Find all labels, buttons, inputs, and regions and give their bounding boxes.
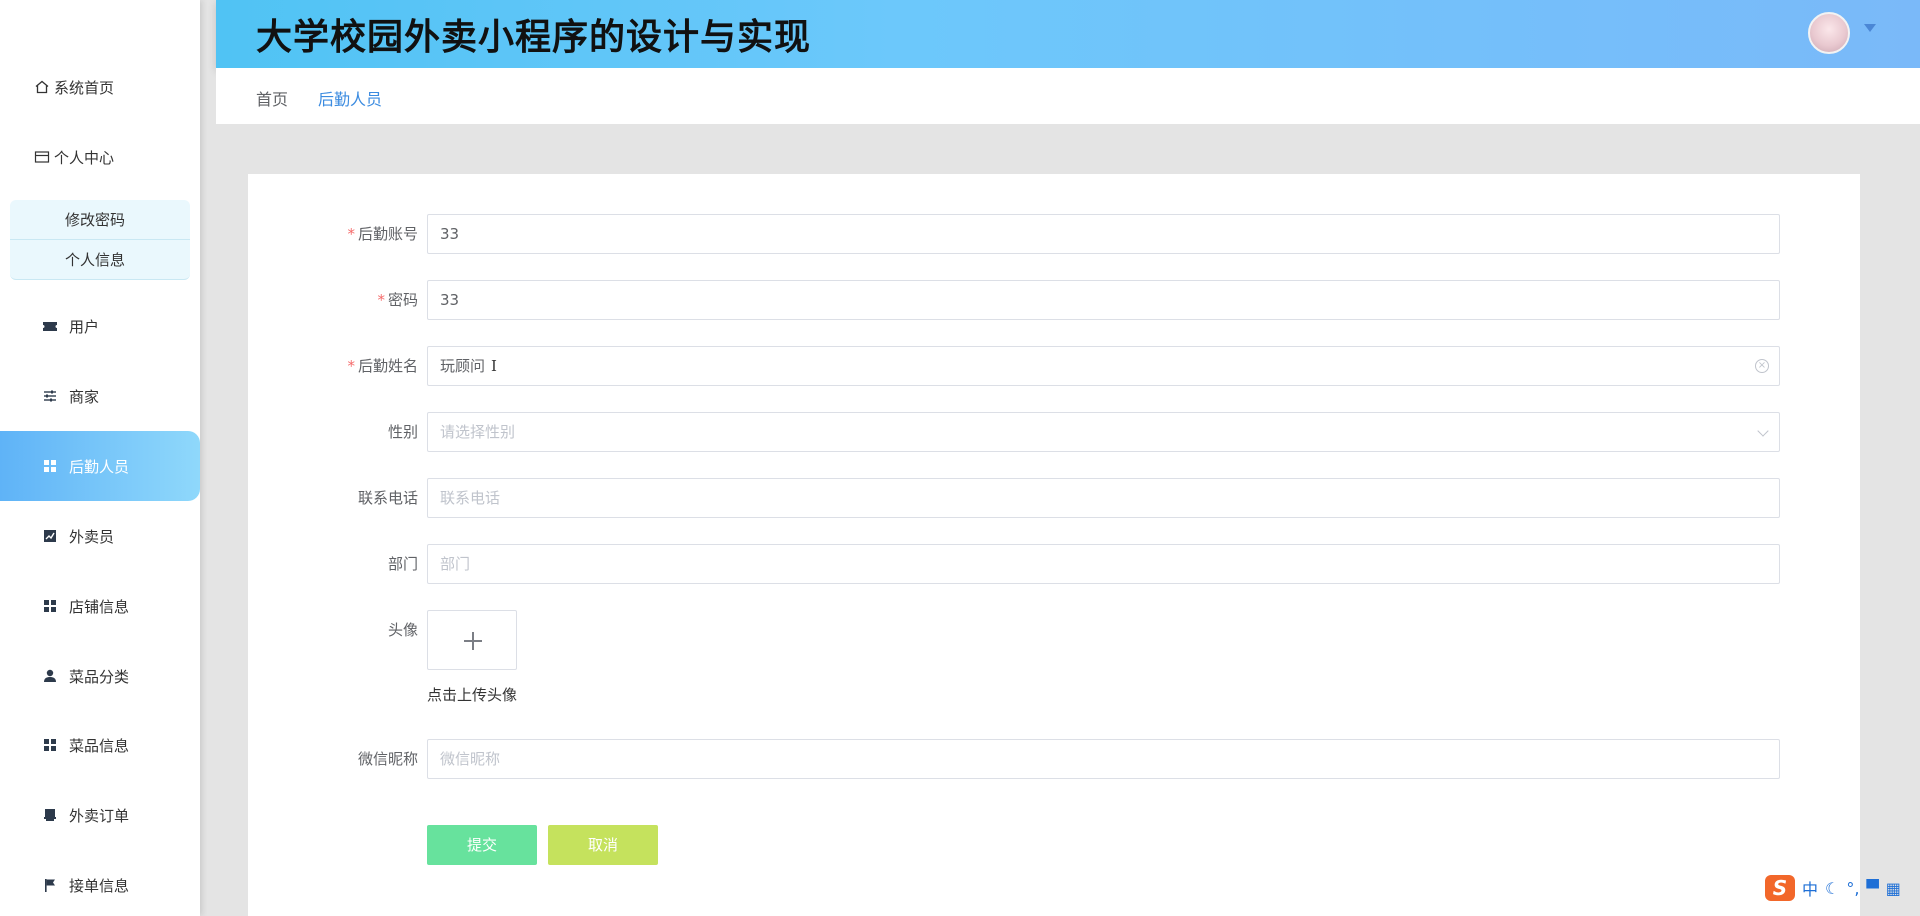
moon-icon[interactable]: ☾ (1825, 879, 1839, 898)
sliders-icon (41, 387, 59, 405)
chevron-down-icon (1757, 425, 1769, 437)
sidebar-item-couriers[interactable]: 外卖员 (0, 501, 200, 571)
wechat-row: 微信昵称 微信昵称 (248, 739, 1860, 779)
sidebar-item-merchants[interactable]: 商家 (0, 361, 200, 431)
submenu-item-personal-info[interactable]: 个人信息 (10, 240, 190, 280)
required-mark: * (377, 291, 385, 309)
account-input[interactable]: 33 (427, 214, 1780, 254)
form-card: * 后勤账号 33 * 密码 33 * 后勤姓名 玩顾问 I × 性别 请选择性别 联系… (248, 174, 1860, 916)
sidebar-item-label: 外卖员 (69, 527, 115, 546)
sidebar-item-label: 商家 (69, 387, 100, 406)
wechat-nickname-input[interactable]: 微信昵称 (427, 739, 1780, 779)
department-input[interactable]: 部门 (427, 544, 1780, 584)
name-label: * 后勤姓名 (347, 357, 418, 375)
phone-input[interactable]: 联系电话 (427, 478, 1780, 518)
text-cursor-icon: I (491, 357, 497, 375)
sidebar-item-label: 个人中心 (54, 148, 115, 167)
clear-icon[interactable]: × (1755, 359, 1769, 373)
flag-icon (41, 876, 59, 894)
punctuation-icon[interactable]: °, (1846, 879, 1859, 898)
gender-label: 性别 (387, 423, 418, 441)
sidebar-item-label: 店铺信息 (69, 597, 130, 616)
sidebar-item-takeout-orders[interactable]: 外卖订单 (0, 780, 200, 850)
sidebar-item-home[interactable]: 系统首页 (0, 52, 200, 122)
submenu-item-change-password[interactable]: 修改密码 (10, 200, 190, 240)
sidebar-item-dish-categories[interactable]: 菜品分类 (0, 641, 200, 711)
grid-icon (41, 457, 59, 475)
name-input[interactable]: 玩顾问 I × (427, 346, 1780, 386)
sidebar-item-label: 用户 (69, 317, 100, 336)
plus-icon-vertical (472, 632, 474, 650)
department-label: 部门 (387, 555, 418, 573)
password-row: * 密码 33 (248, 280, 1860, 320)
password-label: * 密码 (377, 291, 418, 309)
gender-placeholder: 请选择性别 (440, 423, 516, 441)
phone-row: 联系电话 联系电话 (248, 478, 1860, 518)
department-row: 部门 部门 (248, 544, 1860, 584)
sidebar-item-logistics-staff[interactable]: 后勤人员 (0, 431, 200, 501)
sidebar-item-label: 后勤人员 (69, 457, 130, 476)
grid-icon[interactable]: ▦ (1886, 879, 1901, 898)
sidebar-item-dish-info[interactable]: 菜品信息 (0, 710, 200, 780)
gender-row: 性别 请选择性别 (248, 412, 1860, 452)
name-row: * 后勤姓名 玩顾问 I × (248, 346, 1860, 386)
sidebar-item-label: 菜品分类 (69, 667, 130, 686)
grid-icon (41, 597, 59, 615)
sidebar-item-order-acceptance[interactable]: 接单信息 (0, 850, 200, 916)
printer-icon (41, 806, 59, 824)
required-mark: * (347, 225, 355, 243)
wechat-label: 微信昵称 (357, 750, 418, 768)
ticket-icon (41, 317, 59, 335)
required-mark: * (347, 357, 355, 375)
ime-toolbar: S 中 ☾ °, ▀ ▦ (1765, 873, 1901, 903)
sidebar-item-shop-info[interactable]: 店铺信息 (0, 571, 200, 641)
personal-center-submenu: 修改密码 个人信息 (10, 200, 190, 280)
breadcrumb: 首页 后勤人员 (216, 68, 1920, 124)
sidebar-item-label: 接单信息 (69, 876, 130, 895)
name-input-value: 玩顾问 (440, 357, 486, 375)
account-label: * 后勤账号 (347, 225, 418, 243)
avatar-label: 头像 (387, 621, 418, 639)
breadcrumb-current: 后勤人员 (318, 90, 383, 109)
avatar[interactable] (1808, 12, 1850, 54)
chart-icon (41, 527, 59, 545)
sidebar: 系统首页 个人中心 修改密码 个人信息 用户 商家 后勤人员 外卖员 店铺信息 … (0, 0, 200, 916)
grid-icon (41, 736, 59, 754)
sidebar-item-personal-center[interactable]: 个人中心 (0, 122, 200, 192)
breadcrumb-home[interactable]: 首页 (256, 86, 288, 110)
user-icon (41, 667, 59, 685)
sidebar-item-users[interactable]: 用户 (0, 291, 200, 361)
home-icon (33, 78, 51, 96)
caret-down-icon[interactable] (1864, 24, 1876, 32)
ime-mode[interactable]: 中 (1802, 876, 1818, 900)
sidebar-item-label: 外卖订单 (69, 806, 130, 825)
top-header: 大学校园外卖小程序的设计与实现 (216, 0, 1920, 68)
phone-label: 联系电话 (357, 489, 418, 507)
password-input[interactable]: 33 (427, 280, 1780, 320)
cancel-button[interactable]: 取消 (548, 825, 658, 865)
account-row: * 后勤账号 33 (248, 214, 1860, 254)
avatar-upload-button[interactable] (427, 610, 517, 670)
sidebar-item-label: 系统首页 (54, 78, 115, 97)
avatar-upload-hint: 点击上传头像 (427, 686, 518, 704)
sidebar-item-label: 菜品信息 (69, 736, 130, 755)
gender-select[interactable]: 请选择性别 (427, 412, 1780, 452)
submit-button[interactable]: 提交 (427, 825, 537, 865)
shirt-icon[interactable]: ▀ (1866, 879, 1878, 898)
ime-logo[interactable]: S (1765, 875, 1795, 901)
app-title: 大学校园外卖小程序的设计与实现 (256, 17, 812, 58)
wallet-icon (33, 148, 51, 166)
